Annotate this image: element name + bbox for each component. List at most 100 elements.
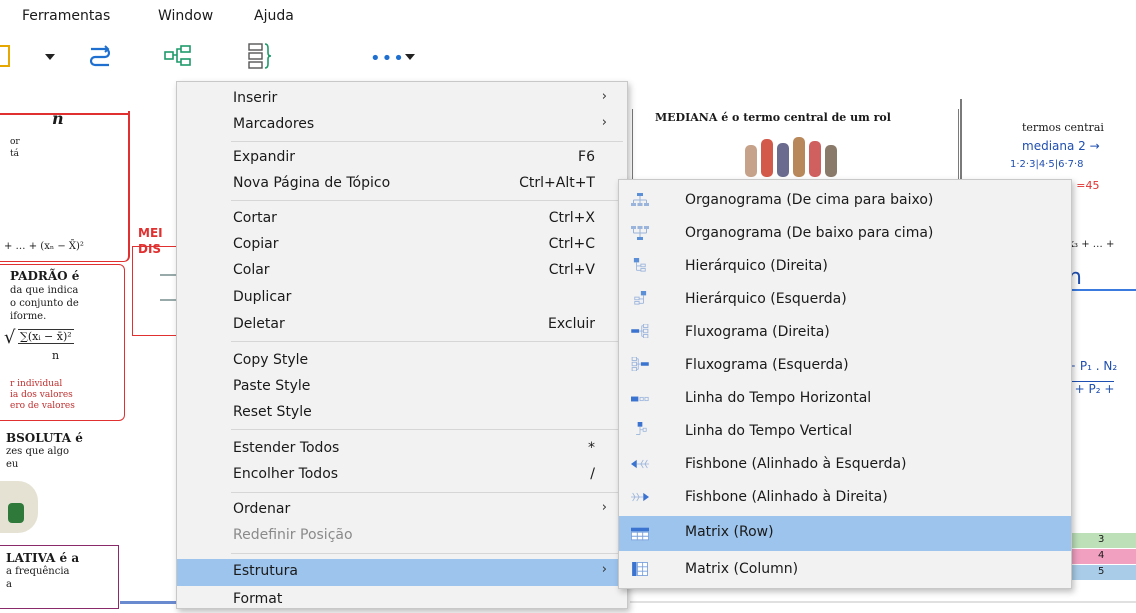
submenu-item-fishbone-left[interactable]: Fishbone (Alinhado à Esquerda) xyxy=(619,448,1071,480)
org-chart-down-icon xyxy=(631,193,649,206)
table-cell: 4 xyxy=(1098,550,1105,561)
structure-icon[interactable] xyxy=(164,44,192,68)
submenu-item-label: Linha do Tempo Vertical xyxy=(685,423,853,439)
more-icon[interactable]: ••• xyxy=(370,48,405,69)
menu-item-deletar[interactable]: Deletar Excluir xyxy=(177,312,627,338)
submenu-item-matrix-row[interactable]: Matrix (Row) xyxy=(619,516,1071,551)
right-line: mediana 2 → xyxy=(1022,139,1100,153)
menu-item-format[interactable]: Format xyxy=(177,587,627,613)
submenu-item-timeline-v[interactable]: Linha do Tempo Vertical xyxy=(619,415,1071,447)
matrix-row-icon xyxy=(631,527,649,541)
submenu-item-label: Organograma (De baixo para cima) xyxy=(685,225,934,241)
menu-item-expandir[interactable]: Expandir F6 xyxy=(177,145,627,171)
menu-item-marcadores[interactable]: Marcadores › xyxy=(177,112,627,138)
menu-item-cortar[interactable]: Cortar Ctrl+X xyxy=(177,206,627,232)
menu-item-label: Duplicar xyxy=(233,289,292,305)
submenu-item-hier-left[interactable]: Hierárquico (Esquerda) xyxy=(619,283,1071,315)
mediana-text: MEDIANA é o termo central de um rol xyxy=(655,111,891,124)
menu-item-label: Inserir xyxy=(233,90,278,106)
timeline-horizontal-icon xyxy=(631,396,649,402)
menu-item-duplicar[interactable]: Duplicar xyxy=(177,285,627,311)
menu-item-label: Cortar xyxy=(233,210,277,226)
matrix-column-icon xyxy=(632,562,648,576)
menu-separator xyxy=(231,492,623,493)
bottom-bar xyxy=(120,601,180,604)
menu-item-estender-todos[interactable]: Estender Todos * xyxy=(177,436,627,462)
menu-item-label: Format xyxy=(233,591,283,607)
heading-n: n xyxy=(52,109,64,128)
topic-medidas-dispersao[interactable] xyxy=(132,246,179,336)
tree-right-icon xyxy=(633,258,646,272)
submenu-item-label: Organograma (De cima para baixo) xyxy=(685,192,934,208)
chevron-right-icon: › xyxy=(601,562,607,577)
submenu-item-flow-right[interactable]: Fluxograma (Direita) xyxy=(619,316,1071,348)
menu-item-label: Reset Style xyxy=(233,404,312,420)
menu-separator xyxy=(231,200,623,201)
menu-item-copiar[interactable]: Copiar Ctrl+C xyxy=(177,232,627,258)
submenu-item-fishbone-right[interactable]: Fishbone (Alinhado à Direita) xyxy=(619,481,1071,513)
menu-item-nova-pagina[interactable]: Nova Página de Tópico Ctrl+Alt+T xyxy=(177,171,627,197)
menu-item-paste-style[interactable]: Paste Style xyxy=(177,374,627,400)
summary-icon[interactable] xyxy=(248,42,274,70)
connector-line xyxy=(630,601,1136,603)
dropdown-arrow-icon[interactable] xyxy=(45,54,55,60)
menu-bar: Ferramentas Window Ajuda xyxy=(0,0,1136,34)
topic-line xyxy=(0,113,128,115)
padrao-line: da que indica xyxy=(10,285,79,296)
submenu-item-label: Fluxograma (Direita) xyxy=(685,324,830,340)
submenu-item-label: Hierárquico (Esquerda) xyxy=(685,291,847,307)
submenu-item-label: Fishbone (Alinhado à Direita) xyxy=(685,489,888,505)
menu-item-inserir[interactable]: Inserir › xyxy=(177,86,627,112)
topic-variance[interactable] xyxy=(0,111,130,262)
padrao-line: iforme. xyxy=(10,311,47,322)
dropdown-arrow-icon[interactable] xyxy=(405,54,415,60)
submenu-item-org-up[interactable]: Organograma (De baixo para cima) xyxy=(619,217,1071,249)
menu-item-ordenar[interactable]: Ordenar › xyxy=(177,497,627,523)
menu-separator xyxy=(231,341,623,342)
menu-ferramentas[interactable]: Ferramentas xyxy=(22,8,110,24)
submenu-item-org-down[interactable]: Organograma (De cima para baixo) xyxy=(619,184,1071,216)
menu-item-label: Colar xyxy=(233,262,270,278)
submenu-item-matrix-column[interactable]: Matrix (Column) xyxy=(619,553,1071,585)
decorative-line xyxy=(160,274,176,276)
chevron-right-icon: › xyxy=(601,500,607,515)
menu-separator xyxy=(231,553,623,554)
menu-item-colar[interactable]: Colar Ctrl+V xyxy=(177,258,627,284)
submenu-item-flow-left[interactable]: Fluxograma (Esquerda) xyxy=(619,349,1071,381)
submenu-item-label: Matrix (Row) xyxy=(685,524,774,540)
menu-item-label: Copy Style xyxy=(233,352,309,368)
right-formula: k₃ + … + xyxy=(1068,239,1115,250)
red-line: ero de valores xyxy=(10,401,75,411)
menu-window[interactable]: Window xyxy=(158,8,213,24)
relationship-icon[interactable] xyxy=(87,43,113,69)
right-p: ₂ + P₂ + xyxy=(1066,381,1115,396)
table-row: 4 xyxy=(1070,549,1136,564)
relativa-line: a frequência xyxy=(6,566,70,577)
submenu-item-timeline-h[interactable]: Linha do Tempo Horizontal xyxy=(619,382,1071,414)
right-p: + P₁ . N₂ xyxy=(1066,359,1118,373)
menu-ajuda[interactable]: Ajuda xyxy=(254,8,294,24)
right-line: termos centrai xyxy=(1022,121,1104,134)
sqrt-formula: ∑(xᵢ − x̄)² xyxy=(18,329,74,344)
table-cell: 5 xyxy=(1098,566,1105,577)
table-cell: 3 xyxy=(1098,534,1105,545)
menu-item-label: Encolher Todos xyxy=(233,466,339,482)
submenu-item-hier-right[interactable]: Hierárquico (Direita) xyxy=(619,250,1071,282)
menu-shortcut: Ctrl+C xyxy=(548,236,595,252)
org-chart-up-icon xyxy=(631,226,649,240)
menu-item-label: Paste Style xyxy=(233,378,311,394)
red-line: r individual xyxy=(10,379,63,389)
topic-label: DIS xyxy=(138,242,162,256)
chevron-right-icon: › xyxy=(601,115,607,130)
menu-item-label: Estrutura xyxy=(233,563,298,579)
menu-item-estrutura[interactable]: Estrutura › xyxy=(177,559,627,586)
topic-icon[interactable] xyxy=(0,45,10,67)
menu-item-encolher-todos[interactable]: Encolher Todos / xyxy=(177,462,627,488)
menu-item-reset-style[interactable]: Reset Style xyxy=(177,400,627,426)
submenu-item-label: Fishbone (Alinhado à Esquerda) xyxy=(685,456,907,472)
right-line: 1·2·3|4·5|6·7·8 xyxy=(1010,159,1084,170)
menu-item-copy-style[interactable]: Copy Style xyxy=(177,348,627,374)
tree-left-icon xyxy=(634,291,647,305)
sqrt-symbol: √ xyxy=(4,327,16,348)
submenu-item-label: Linha do Tempo Horizontal xyxy=(685,390,872,406)
